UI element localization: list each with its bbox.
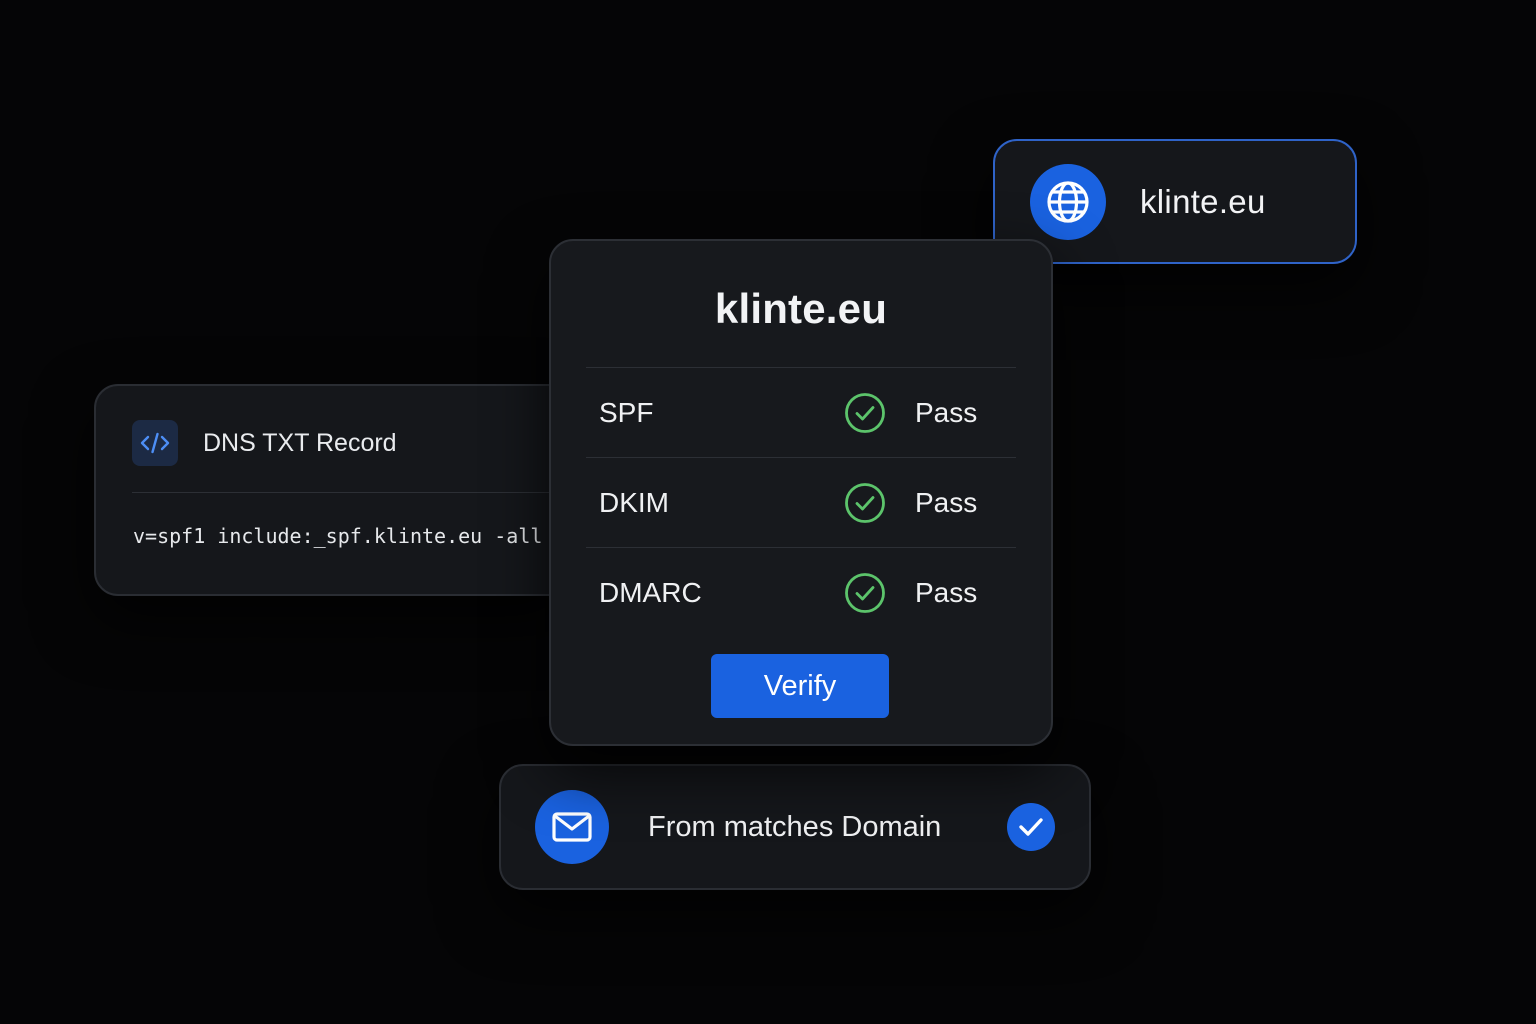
check-status: Pass [915, 396, 978, 428]
dns-txt-record-card: DNS TXT Record v=spf1 include:_spf.klint… [94, 384, 574, 596]
dns-card-header: DNS TXT Record [132, 420, 397, 466]
verify-button[interactable]: Verify [711, 654, 889, 718]
code-icon [132, 420, 178, 466]
check-status: Pass [915, 577, 978, 608]
check-circle-icon [845, 482, 885, 523]
check-status: Pass [915, 486, 978, 518]
dns-card-title: DNS TXT Record [203, 428, 397, 457]
domain-chip-label: klinte.eu [1140, 182, 1266, 220]
domain-chip: klinte.eu [993, 139, 1357, 264]
check-row-spf: SPF Pass [586, 368, 1016, 458]
globe-icon [1030, 163, 1106, 240]
dns-record-value: v=spf1 include:_spf.klinte.eu -all [133, 524, 543, 548]
auth-checks-list: SPF Pass DKIM Pass DMARC Pass [586, 367, 1016, 638]
check-circle-icon [845, 392, 885, 433]
check-name: DKIM [599, 486, 669, 518]
mail-icon [535, 790, 609, 864]
from-matches-domain-label: From matches Domain [648, 810, 942, 843]
checkmark-icon [1007, 803, 1055, 851]
check-row-dmarc: DMARC Pass [586, 548, 1016, 638]
divider [132, 492, 572, 493]
verification-title: klinte.eu [714, 285, 888, 332]
domain-verification-card: klinte.eu SPF Pass DKIM Pass DMARC Pass … [549, 239, 1053, 746]
check-row-dkim: DKIM Pass [586, 458, 1016, 548]
check-circle-icon [845, 573, 885, 613]
canvas: klinte.eu DNS TXT Record v=spf1 include:… [0, 0, 1536, 1024]
from-matches-domain-card: From matches Domain [499, 764, 1091, 890]
check-name: DMARC [599, 577, 702, 608]
check-name: SPF [599, 396, 654, 428]
